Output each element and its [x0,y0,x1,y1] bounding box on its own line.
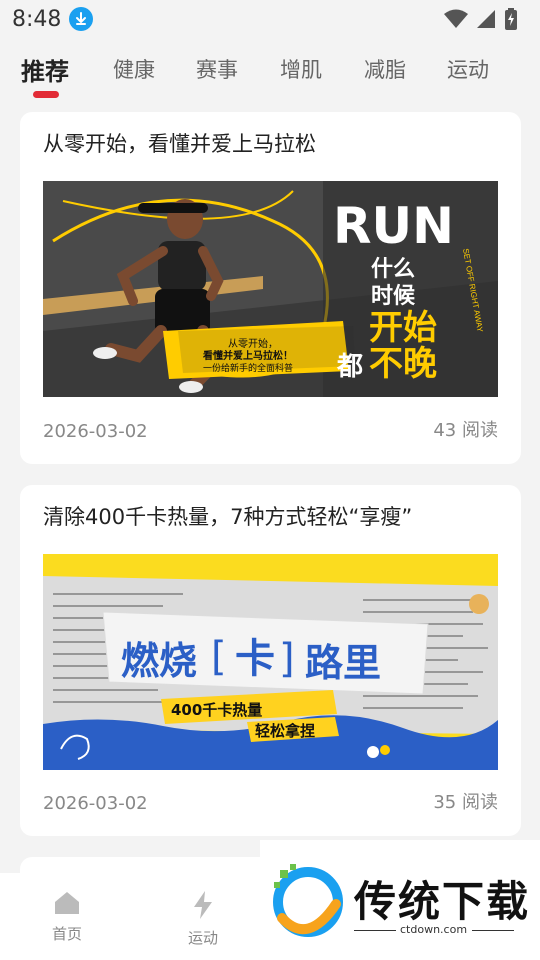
cover2-sub2: 轻松拿捏 [255,722,315,740]
cover2-sub1: 400千卡热量 [171,701,262,719]
cover-text-line2: 时候 [371,284,416,309]
tab-recommend[interactable]: 推荐 [21,52,69,87]
cover-text-line4b: 不晚 [369,344,437,384]
tab-sports[interactable]: 运动 [447,54,489,84]
article-title: 从零开始，看懂并爱上马拉松 [43,132,316,156]
cover-run-text: RUN [333,197,454,255]
tab-health[interactable]: 健康 [113,54,155,84]
signal-icon [477,10,495,28]
cover-banner-line3: 一份给新手的全面科普 [203,362,293,373]
cover-banner-line2: 看懂并爱上马拉松！ [203,349,293,362]
home-icon [55,892,79,914]
lightning-icon [194,891,212,919]
active-tab-indicator [33,91,59,98]
article-date: 2026-03-02 [43,793,148,814]
watermark-divider-right [472,930,514,931]
nav-item-sport[interactable]: 运动 [163,891,243,948]
watermark-divider-left [354,930,396,931]
watermark-logo-icon [273,864,343,937]
status-bar: 8:48 [0,0,540,38]
cover-banner-line1: 从零开始， [228,337,278,350]
tab-muscle[interactable]: 增肌 [280,54,322,84]
category-tabs: 推荐 健康 赛事 增肌 减脂 运动 [0,40,540,102]
article-card[interactable]: 从零开始，看懂并爱上马拉松 从零开始， 看懂并爱上马拉松！ 一份给新手的全面科普… [20,112,521,464]
nav-item-home[interactable]: 首页 [27,891,107,944]
status-clock: 8:48 [12,6,94,32]
article-title: 清除400千卡热量，7种方式轻松“享瘦” [43,505,413,529]
download-notification-icon [69,7,94,31]
tab-events[interactable]: 赛事 [196,54,238,84]
cover2-bracket-left: [ [211,634,227,680]
status-time: 8:48 [12,6,62,32]
cover-text-line1: 什么 [371,257,415,282]
cover2-bracket-right: ] [279,636,295,682]
tab-fat-loss[interactable]: 减脂 [364,54,406,84]
battery-icon [505,8,517,30]
cover-text-line3: 开始 [369,308,437,348]
cover2-headline-c: 路里 [305,641,381,685]
cover-text-line4a: 都 [336,352,363,382]
site-watermark: 传统下载 ctdown.com [260,840,540,960]
nav-label-home: 首页 [51,925,82,943]
article-read-count: 35 阅读 [433,792,498,813]
article-date: 2026-03-02 [43,421,148,442]
article-card[interactable]: 清除400千卡热量，7种方式轻松“享瘦” 燃烧 [ 卡 ] 路里 400千卡热量… [20,485,521,836]
cover2-headline-a: 燃烧 [121,639,197,683]
article-cover-image: 燃烧 [ 卡 ] 路里 400千卡热量 轻松拿捏 [43,554,498,770]
nav-label-sport: 运动 [187,929,218,947]
watermark-title: 传统下载 [354,877,531,926]
article-read-count: 43 阅读 [433,420,498,441]
article-cover-image: 从零开始， 看懂并爱上马拉松！ 一份给新手的全面科普 RUN 什么 时候 开始 … [43,181,498,397]
cover2-headline-b: 卡 [235,636,275,682]
wifi-icon [444,9,468,28]
watermark-url: ctdown.com [400,923,468,936]
